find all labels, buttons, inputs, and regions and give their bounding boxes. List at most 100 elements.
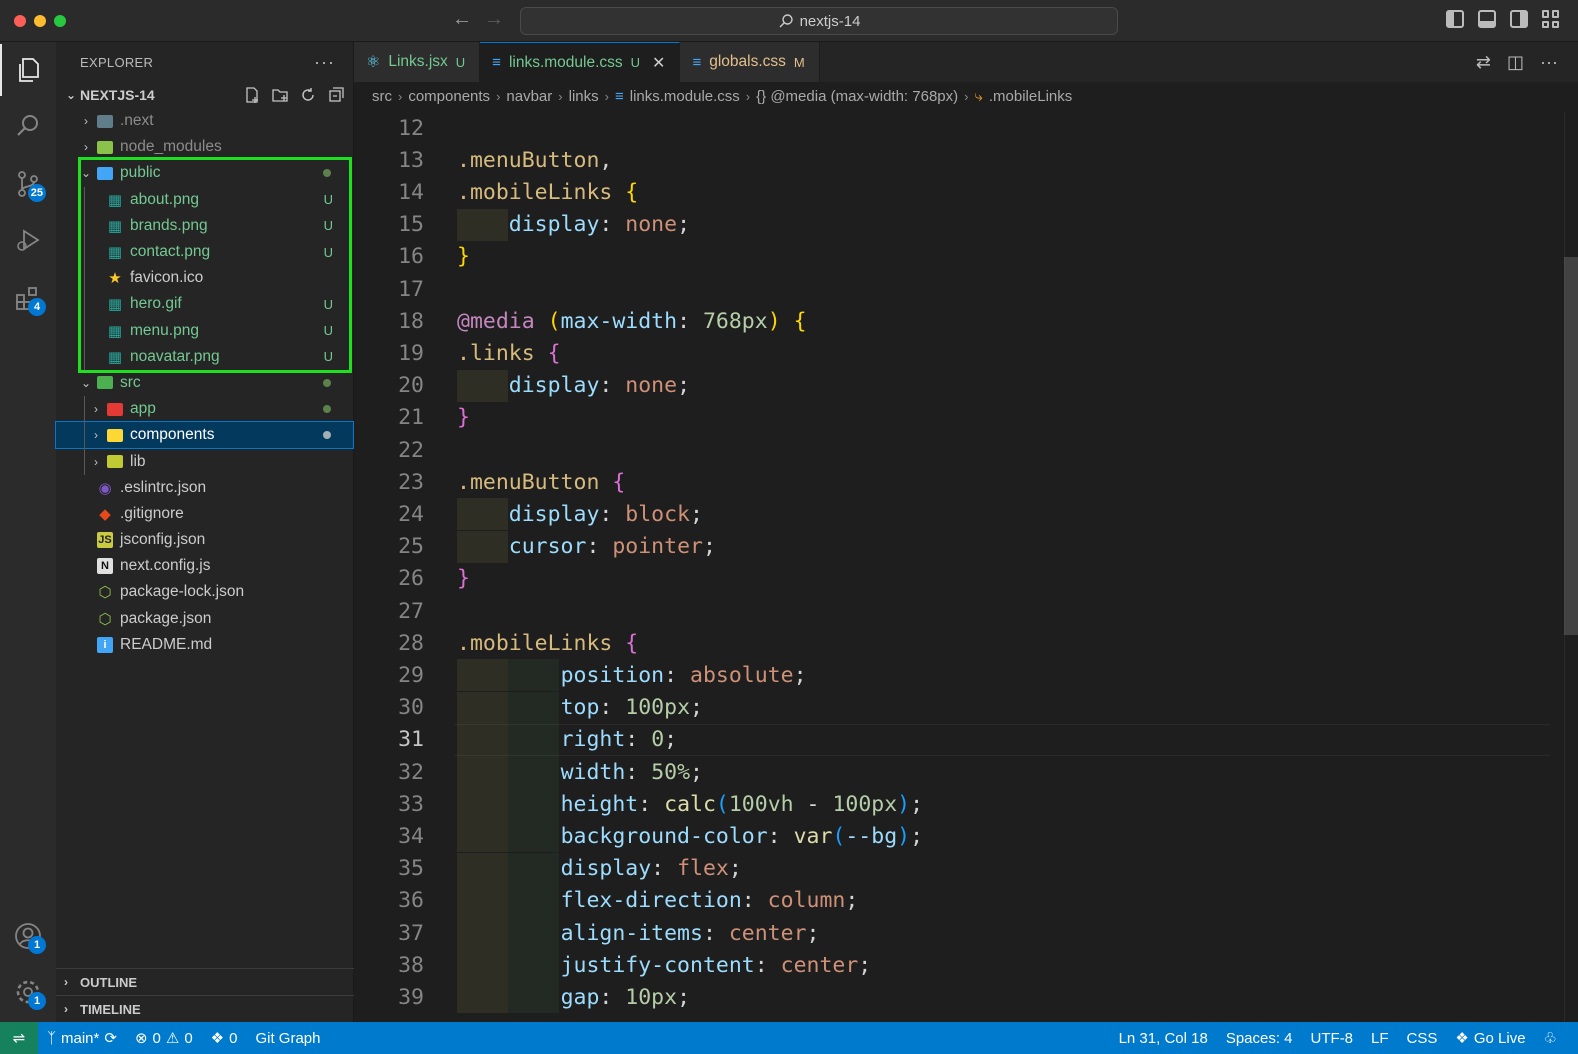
new-folder-icon[interactable] — [271, 86, 289, 104]
code-line[interactable]: 14 .mobileLinks { — [354, 176, 1550, 208]
code-line[interactable]: 19 .links { — [354, 337, 1550, 369]
tab-globals-css[interactable]: ≡ globals.css M — [680, 42, 820, 82]
breadcrumb-components[interactable]: components — [408, 88, 490, 105]
code-line[interactable]: 29 position: absolute; — [354, 659, 1550, 691]
code-line[interactable]: 36 flex-direction: column; — [354, 885, 1550, 917]
folder-item[interactable]: › components — [55, 421, 354, 450]
file-item[interactable]: ⬡ package.json — [56, 606, 353, 632]
manage-activity[interactable]: 1 — [0, 966, 56, 1018]
collapse-all-icon[interactable] — [327, 86, 345, 104]
breadcrumb-selector[interactable]: .mobileLinks — [989, 88, 1072, 105]
accounts-activity[interactable]: 1 — [0, 910, 56, 962]
explorer-activity[interactable] — [0, 44, 56, 96]
code-line[interactable]: 22 — [354, 434, 1550, 466]
workspace-root[interactable]: ⌄ NEXTJS-14 — [56, 82, 353, 108]
code-line[interactable]: 37 align-items: center; — [354, 917, 1550, 949]
code-line[interactable]: 25 cursor: pointer; — [354, 531, 1550, 563]
file-item[interactable]: i README.md — [56, 632, 353, 658]
remote-indicator-icon[interactable]: ⇌ — [0, 1022, 38, 1054]
run-debug-activity[interactable] — [0, 214, 56, 266]
problems-indicator[interactable]: ⊗ 0 ⚠ 0 — [126, 1029, 202, 1048]
code-line[interactable]: 15 display: none; — [354, 209, 1550, 241]
file-item[interactable]: ▦ hero.gif U — [56, 291, 353, 317]
more-actions-icon[interactable]: ··· — [314, 52, 335, 73]
file-item[interactable]: ▦ noavatar.png U — [56, 344, 353, 370]
cursor-position[interactable]: Ln 31, Col 18 — [1110, 1030, 1217, 1047]
folder-item[interactable]: › .next — [56, 108, 353, 134]
code-line[interactable]: 17 — [354, 273, 1550, 305]
code-line[interactable]: 28 .mobileLinks { — [354, 627, 1550, 659]
code-line[interactable]: 12 — [354, 112, 1550, 144]
code-line[interactable]: 32 width: 50%; — [354, 756, 1550, 788]
toggle-secondary-sidebar-icon[interactable] — [1510, 10, 1528, 28]
close-window-button[interactable] — [14, 15, 26, 27]
compare-changes-icon[interactable]: ⇄ — [1476, 52, 1491, 73]
code-line[interactable]: 21} — [354, 402, 1550, 434]
more-actions-icon[interactable]: ··· — [1540, 52, 1558, 73]
maximize-window-button[interactable] — [54, 15, 66, 27]
file-item[interactable]: Nnext.config.js — [56, 553, 353, 579]
folder-item[interactable]: ⌄ public — [56, 160, 353, 186]
vertical-scrollbar[interactable] — [1564, 112, 1578, 1022]
split-editor-icon[interactable]: ◫ — [1507, 52, 1524, 73]
file-item[interactable]: ▦ menu.png U — [56, 318, 353, 344]
language-mode[interactable]: CSS — [1398, 1030, 1447, 1047]
folder-item[interactable]: › app — [56, 396, 353, 422]
code-line[interactable]: 27 — [354, 595, 1550, 627]
command-center-search[interactable]: nextjs-14 — [520, 7, 1118, 35]
tab-links-module-css[interactable]: ≡ links.module.css U ✕ — [480, 42, 681, 82]
file-item[interactable]: ◆ .gitignore — [56, 501, 353, 527]
toggle-primary-sidebar-icon[interactable] — [1446, 10, 1464, 28]
search-activity[interactable] — [0, 100, 56, 152]
timeline-section[interactable]: › TIMELINE — [56, 995, 354, 1022]
file-item[interactable]: ◉ .eslintrc.json — [56, 475, 353, 501]
breadcrumb-media[interactable]: {} @media (max-width: 768px) — [756, 88, 958, 105]
code-line[interactable]: 20 display: none; — [354, 370, 1550, 402]
breadcrumb-links[interactable]: links — [569, 88, 599, 105]
file-item[interactable]: ▦ contact.png U — [56, 239, 353, 265]
scrollbar-thumb[interactable] — [1564, 257, 1578, 635]
code-line[interactable]: 33 height: calc(100vh - 100px); — [354, 788, 1550, 820]
code-line[interactable]: 24 display: block; — [354, 498, 1550, 530]
encoding-indicator[interactable]: UTF-8 — [1302, 1030, 1363, 1047]
customize-layout-icon[interactable] — [1542, 10, 1560, 28]
code-line[interactable]: 13 .menuButton, — [354, 144, 1550, 176]
breadcrumb-navbar[interactable]: navbar — [506, 88, 552, 105]
tab-links-jsx[interactable]: ⚛ Links.jsx U — [354, 42, 481, 82]
folder-item[interactable]: ⌄ src — [56, 370, 353, 396]
file-item[interactable]: ★ favicon.ico — [56, 265, 353, 291]
breadcrumb-src[interactable]: src — [372, 88, 392, 105]
outline-section[interactable]: › OUTLINE — [56, 968, 354, 995]
back-arrow-icon[interactable]: ← — [452, 8, 472, 31]
code-line[interactable]: 23 .menuButton { — [354, 466, 1550, 498]
git-graph-button[interactable]: Git Graph — [246, 1030, 329, 1047]
refresh-icon[interactable] — [299, 86, 317, 104]
forward-arrow-icon[interactable]: → — [484, 8, 504, 31]
file-item[interactable]: JS jsconfig.json — [56, 527, 353, 553]
notifications-bell-icon[interactable]: ♧ — [1535, 1029, 1566, 1047]
code-line[interactable]: 34 background-color: var(--bg); — [354, 820, 1550, 852]
code-line[interactable]: 38 justify-content: center; — [354, 949, 1550, 981]
code-line[interactable]: 18 @media (max-width: 768px) { — [354, 305, 1550, 337]
code-line[interactable]: 31 right: 0; — [354, 724, 1550, 756]
close-icon[interactable]: ✕ — [652, 53, 665, 73]
minimize-window-button[interactable] — [34, 15, 46, 27]
breadcrumb-file[interactable]: links.module.css — [630, 88, 740, 105]
new-file-icon[interactable] — [243, 86, 261, 104]
indentation-indicator[interactable]: Spaces: 4 — [1217, 1030, 1302, 1047]
folder-item[interactable]: › lib — [56, 448, 353, 474]
code-line[interactable]: 16} — [354, 241, 1550, 273]
branch-indicator[interactable]: ᛉ main* ⟳ — [38, 1029, 126, 1048]
eol-indicator[interactable]: LF — [1362, 1030, 1398, 1047]
code-line[interactable]: 39 gap: 10px; — [354, 981, 1550, 1013]
folder-item[interactable]: › node_modules — [56, 134, 353, 160]
source-control-activity[interactable]: 25 — [0, 158, 56, 210]
extensions-activity[interactable]: 4 — [0, 272, 56, 324]
code-line[interactable]: 35 display: flex; — [354, 853, 1550, 885]
ports-indicator[interactable]: ❖ 0 — [202, 1029, 247, 1048]
file-item[interactable]: ▦ brands.png U — [56, 213, 353, 239]
code-line[interactable]: 26} — [354, 563, 1550, 595]
code-line[interactable]: 30 top: 100px; — [354, 692, 1550, 724]
toggle-panel-icon[interactable] — [1478, 10, 1496, 28]
file-item[interactable]: ▦ about.png U — [56, 187, 353, 213]
